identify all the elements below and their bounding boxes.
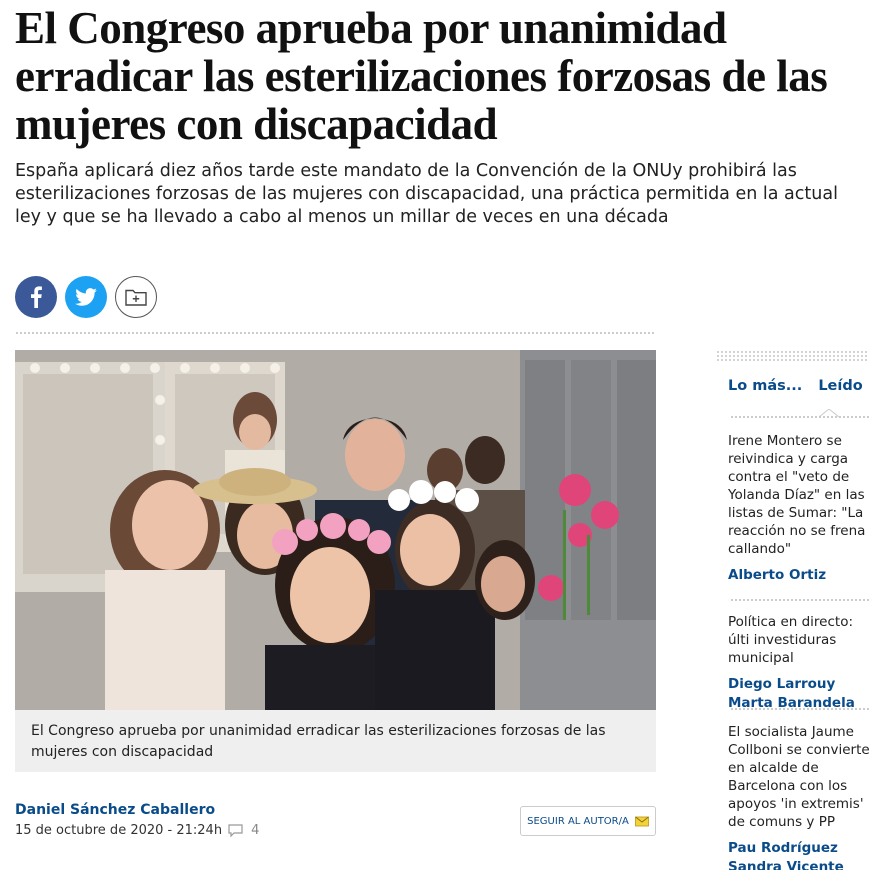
comment-icon	[228, 824, 243, 837]
sidebar-divider	[730, 416, 869, 418]
list-item-author[interactable]: Marta Barandela	[728, 694, 869, 713]
comments-link[interactable]: 4	[228, 823, 259, 838]
list-item-title[interactable]: Política en directo: últi investiduras m…	[728, 613, 869, 667]
tab-lo-mas[interactable]: Lo más...	[728, 378, 802, 394]
follow-author-label: SEGUIR AL AUTOR/A	[527, 815, 629, 827]
tab-leido[interactable]: Leído	[818, 378, 862, 394]
list-item-author[interactable]: Pau Rodríguez	[728, 839, 869, 858]
author-link[interactable]: Daniel Sánchez Caballero	[15, 802, 215, 818]
envelope-icon	[634, 816, 649, 827]
article-subhead: España aplicará diez años tarde este man…	[15, 161, 838, 227]
twitter-share-button[interactable]	[65, 276, 107, 318]
save-folder-icon	[125, 289, 147, 306]
list-item-title[interactable]: Irene Montero se reivindica y carga cont…	[728, 432, 869, 558]
sidebar-divider	[730, 708, 869, 710]
list-item-author[interactable]: Diego Larrouy	[728, 675, 869, 694]
list-item[interactable]: El socialista Jaume Collboni se conviert…	[728, 723, 869, 870]
separator	[15, 332, 656, 334]
list-item-author[interactable]: Sandra Vicente	[728, 858, 869, 870]
article-photo	[15, 350, 656, 710]
sidebar-divider	[730, 599, 869, 601]
list-item-title[interactable]: El socialista Jaume Collboni se conviert…	[728, 723, 869, 831]
save-button[interactable]	[115, 276, 157, 318]
article-headline: El Congreso aprueba por unanimidad errad…	[15, 3, 828, 149]
twitter-icon	[75, 288, 97, 306]
share-bar	[15, 276, 157, 318]
facebook-share-button[interactable]	[15, 276, 57, 318]
list-item[interactable]: Política en directo: últi investiduras m…	[728, 613, 869, 713]
publish-date: 15 de octubre de 2020 - 21:24h	[15, 823, 223, 838]
sidebar-tabs: Lo más... Leído C	[728, 378, 869, 394]
list-item-author[interactable]: Alberto Ortiz	[728, 566, 869, 585]
image-caption: El Congreso aprueba por unanimidad errad…	[15, 710, 656, 772]
comment-count: 4	[251, 823, 260, 838]
facebook-icon	[31, 286, 42, 308]
follow-author-button[interactable]: SEGUIR AL AUTOR/A	[520, 806, 656, 836]
sidebar-top-border	[716, 350, 869, 362]
most-read-sidebar: Lo más... Leído C Irene Montero se reivi…	[716, 350, 869, 870]
article-meta: 15 de octubre de 2020 - 21:24h 4	[15, 823, 259, 838]
list-item[interactable]: Irene Montero se reivindica y carga cont…	[728, 432, 869, 585]
